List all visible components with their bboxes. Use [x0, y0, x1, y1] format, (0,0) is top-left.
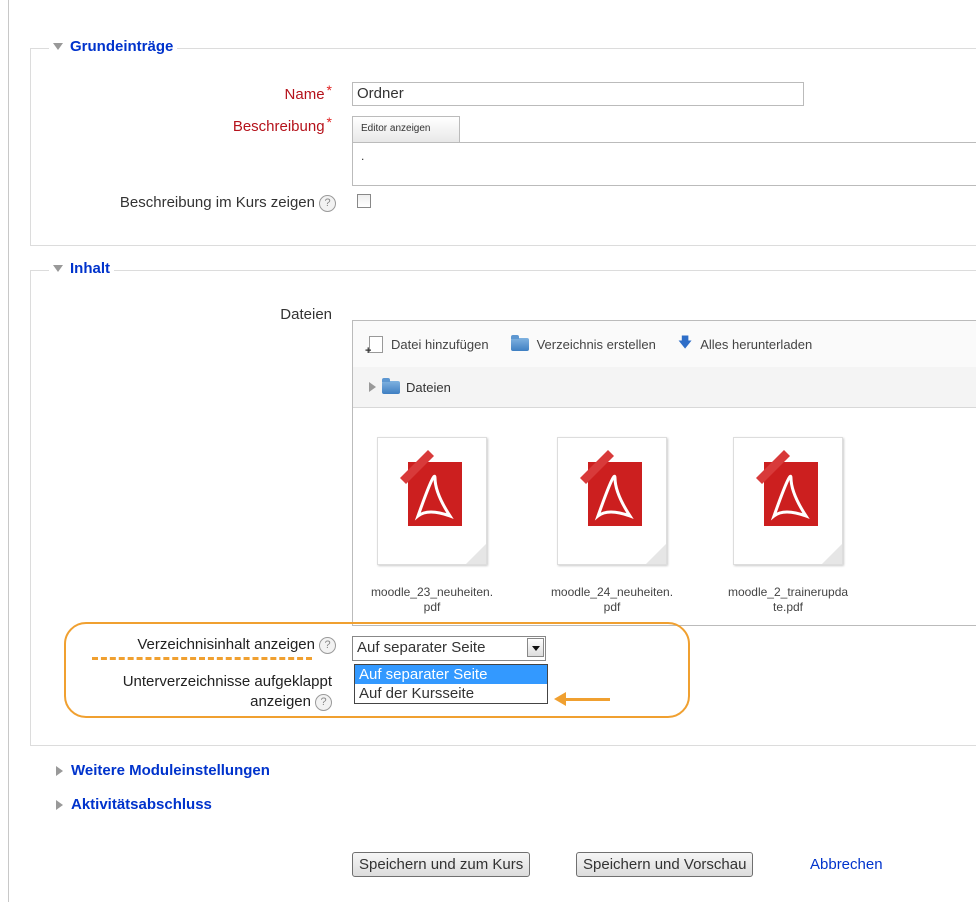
- general-legend[interactable]: Grundeinträge: [49, 38, 178, 55]
- more-settings-section[interactable]: Weitere Moduleinstellungen: [56, 762, 270, 779]
- highlight-underline: [92, 657, 312, 660]
- show-description-checkbox[interactable]: [357, 194, 371, 208]
- more-settings-label: Weitere Moduleinstellungen: [71, 762, 270, 779]
- file-item[interactable]: moodle_2_trainerupda te.pdf: [713, 437, 863, 615]
- content-legend-label: Inhalt: [70, 260, 110, 277]
- create-folder-label: Verzeichnis erstellen: [536, 336, 656, 352]
- help-icon[interactable]: ?: [319, 636, 336, 654]
- display-dropdown: Auf separater Seite Auf der Kursseite: [354, 664, 548, 704]
- file-name: moodle_2_trainerupda te.pdf: [727, 585, 849, 614]
- collapsed-triangle-icon: [56, 799, 63, 810]
- help-icon[interactable]: ?: [319, 194, 336, 212]
- file-item[interactable]: moodle_23_neuheiten. pdf: [357, 437, 507, 615]
- cancel-link[interactable]: Abbrechen: [810, 856, 883, 873]
- pdf-icon: [557, 437, 667, 565]
- pdf-icon: [733, 437, 843, 565]
- highlight-arrowhead-icon: [554, 692, 566, 706]
- chevron-down-icon[interactable]: [527, 638, 544, 657]
- name-label: Name *: [284, 82, 332, 103]
- path-root-label[interactable]: Dateien: [406, 380, 451, 395]
- save-return-button[interactable]: Speichern und zum Kurs: [352, 852, 531, 877]
- show-editor-button[interactable]: Editor anzeigen: [352, 116, 460, 142]
- completion-section[interactable]: Aktivitätsabschluss: [56, 796, 212, 813]
- description-label: Beschreibung *: [232, 114, 332, 135]
- display-select-value: Auf separater Seite: [357, 639, 486, 656]
- collapsed-triangle-icon[interactable]: [369, 382, 376, 392]
- description-textarea[interactable]: .: [352, 142, 976, 186]
- download-icon: 🡇: [677, 334, 693, 350]
- content-legend[interactable]: Inhalt: [49, 260, 114, 277]
- page-left-border: [8, 0, 9, 902]
- create-folder-button[interactable]: Verzeichnis erstellen: [510, 334, 656, 352]
- display-label: Verzeichnisinhalt anzeigen?: [137, 636, 336, 654]
- file-manager-toolbar: Datei hinzufügen Verzeichnis erstellen 🡇…: [353, 321, 976, 368]
- file-name: moodle_23_neuheiten. pdf: [370, 585, 494, 614]
- create-folder-icon: [510, 334, 529, 351]
- subfolders-label-line1: Unterverzeichnisse aufgeklappt: [122, 673, 332, 690]
- name-label-text: Name: [284, 86, 325, 103]
- completion-label: Aktivitätsabschluss: [71, 796, 212, 813]
- required-mark: *: [326, 82, 332, 98]
- display-option[interactable]: Auf der Kursseite: [355, 684, 547, 703]
- help-icon[interactable]: ?: [315, 693, 332, 711]
- files-label: Dateien: [280, 306, 332, 323]
- expanded-triangle-icon: [53, 43, 63, 50]
- required-mark: *: [326, 114, 332, 130]
- description-label-text: Beschreibung: [232, 118, 325, 135]
- display-option[interactable]: Auf separater Seite: [355, 665, 547, 684]
- expanded-triangle-icon: [53, 265, 63, 272]
- download-all-button[interactable]: 🡇 Alles herunterladen: [678, 332, 812, 356]
- download-all-label: Alles herunterladen: [700, 336, 813, 352]
- subfolders-label-line2: anzeigen: [250, 693, 311, 710]
- save-display-button[interactable]: Speichern und Vorschau: [576, 852, 754, 877]
- file-name: moodle_24_neuheiten. pdf: [550, 585, 674, 614]
- add-file-icon: [365, 335, 383, 357]
- file-manager-path: Dateien: [353, 367, 976, 408]
- display-select[interactable]: Auf separater Seite: [352, 636, 546, 661]
- collapsed-triangle-icon: [56, 765, 63, 776]
- show-description-text: Beschreibung im Kurs zeigen: [119, 194, 315, 211]
- add-file-button[interactable]: Datei hinzufügen: [365, 335, 489, 357]
- show-description-label: Beschreibung im Kurs zeigen?: [120, 194, 336, 212]
- highlight-arrow-icon: [566, 698, 610, 701]
- pdf-icon: [377, 437, 487, 565]
- file-item[interactable]: moodle_24_neuheiten. pdf: [537, 437, 687, 615]
- display-label-text: Verzeichnisinhalt anzeigen: [137, 636, 315, 653]
- file-manager: Datei hinzufügen Verzeichnis erstellen 🡇…: [352, 320, 976, 626]
- folder-icon: [382, 377, 400, 394]
- subfolders-label: Unterverzeichnisse aufgeklappt anzeigen?: [123, 672, 332, 712]
- add-file-label: Datei hinzufügen: [391, 336, 489, 352]
- name-input[interactable]: Ordner: [352, 82, 804, 106]
- general-legend-label: Grundeinträge: [70, 38, 174, 55]
